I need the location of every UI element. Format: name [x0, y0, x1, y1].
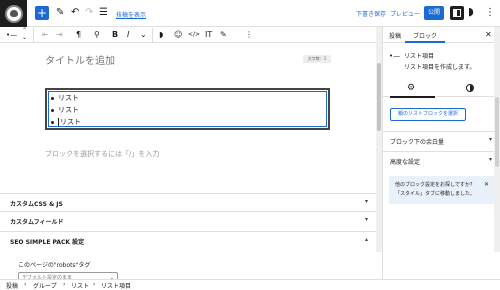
outdent-icon[interactable]: ⇤ [42, 29, 49, 41]
active-tab-indicator [405, 41, 445, 43]
meta-box-custom-fields[interactable]: カスタムフィールド ▾ [0, 211, 376, 229]
theme-icon[interactable]: ◗ [468, 5, 474, 19]
sidebar-scrollbar-thumb[interactable] [495, 97, 499, 167]
breadcrumb-item[interactable]: 投稿 [6, 281, 18, 290]
gear-icon[interactable]: ⚙ [407, 83, 415, 93]
redo-icon[interactable]: ↷ [85, 6, 93, 20]
word-count-badge: 文字数：1 [303, 55, 331, 63]
list-item[interactable]: リスト [51, 94, 79, 103]
paragraph-icon[interactable]: ¶ [76, 29, 81, 41]
show-link[interactable]: 技稿を表示 [116, 10, 146, 19]
panel-block-spacing[interactable]: ブロック下の余白量 ▾ [382, 131, 500, 149]
meta-box-custom-css[interactable]: カスタムCSS & JS ▾ [0, 193, 376, 211]
parent-block-icon[interactable]: •— [6, 29, 17, 41]
block-title: リスト項目 [404, 53, 435, 60]
chevron-down-icon[interactable]: ▾ [489, 156, 492, 163]
block-appender-hint[interactable]: ブロックを選択するには「/」を入力 [45, 149, 159, 159]
select-parent-button[interactable]: 親のリストブロックを選択 [390, 108, 466, 121]
chevron-down-icon[interactable]: ▾ [365, 216, 368, 223]
chevron-up-icon[interactable]: ▴ [365, 236, 368, 243]
styles-moved-notice: 他のブロック設定をお探しですか？ 「スタイル」タブに移動しました。 ✕ [389, 176, 495, 204]
more-options-icon[interactable]: ⋮ [485, 6, 495, 20]
meta-box-seo[interactable]: SEO SIMPLE PACK 設定 ▴ [0, 231, 376, 249]
avatar-icon [4, 4, 23, 23]
list-block[interactable]: リスト リスト リスト [45, 88, 330, 130]
list-view-icon[interactable]: ☰ [99, 6, 108, 20]
pen-icon[interactable]: ✎ [56, 6, 64, 20]
code-button[interactable]: </> [188, 29, 200, 41]
emoji-icon[interactable]: ☺ [174, 29, 182, 41]
bold-button[interactable]: B [112, 29, 118, 41]
italic-button[interactable]: I [127, 29, 129, 41]
block-description: リスト項目を作成します。 [404, 64, 476, 71]
add-block-button[interactable]: + [35, 6, 49, 20]
settings-toggle-icon[interactable] [450, 6, 464, 20]
tab-block[interactable]: ブロック [413, 31, 437, 40]
panel-advanced[interactable]: 高度な設定 ▾ [382, 151, 500, 169]
publish-button[interactable]: 公開 [424, 6, 444, 20]
breadcrumb-item: リスト項目 [101, 283, 132, 290]
indent-icon[interactable]: ⇥ [56, 29, 63, 41]
robots-label: このページの"robots"タグ [18, 262, 91, 269]
undo-icon[interactable]: ↶ [71, 6, 79, 20]
link-icon[interactable]: ⚲ [94, 29, 100, 41]
list-item-active[interactable]: リスト [51, 118, 81, 127]
save-draft-button[interactable]: 下書き保存 [356, 9, 386, 18]
highlight-icon[interactable]: ✎ [220, 29, 227, 41]
chevron-down-icon[interactable]: ⌄ [140, 29, 147, 41]
post-title[interactable]: タイトルを追加 [45, 52, 115, 67]
tab-post[interactable]: 投稿 [389, 31, 401, 40]
close-icon[interactable]: ✕ [484, 181, 489, 188]
preview-button[interactable]: プレビュー [390, 9, 420, 18]
list-item[interactable]: リスト [51, 106, 79, 115]
text-format-button[interactable]: IT [205, 29, 212, 41]
text-cursor [58, 118, 59, 126]
block-options-icon[interactable]: ⋮ [245, 29, 253, 41]
inspector-tabs [382, 81, 500, 97]
list-item-icon: •— [389, 52, 401, 60]
style-icon[interactable]: ◗ [159, 29, 163, 41]
breadcrumb-item[interactable]: リスト [71, 281, 89, 290]
breadcrumb-item[interactable]: グループ [33, 281, 57, 290]
site-logo[interactable] [0, 0, 27, 27]
chevron-down-icon[interactable]: ▾ [365, 198, 368, 205]
chevron-down-icon[interactable]: ▾ [489, 136, 492, 143]
editor-scrollbar-thumb[interactable] [377, 63, 381, 131]
styles-icon[interactable] [466, 84, 474, 92]
active-tab-indicator [390, 96, 435, 98]
close-icon[interactable]: ✕ [485, 30, 492, 39]
